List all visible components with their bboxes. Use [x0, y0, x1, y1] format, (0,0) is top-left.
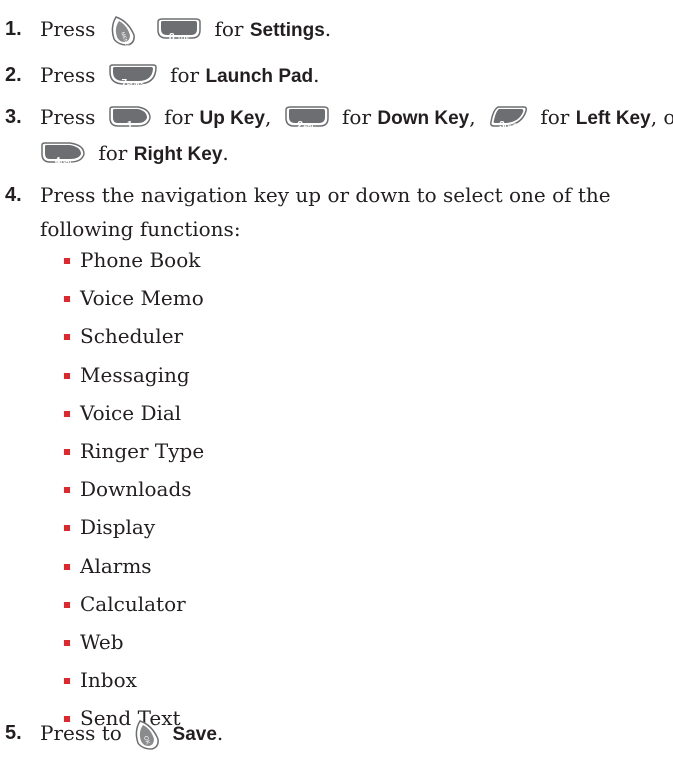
step-target: Down Key [377, 108, 470, 129]
list-item: Inbox [64, 666, 204, 704]
list-item: Downloads [64, 475, 204, 513]
key-label: 8 [168, 32, 175, 43]
step-punct: . [222, 141, 229, 165]
8-tuv-key-icon: 8 TUV [156, 18, 202, 43]
step-target: Save [172, 724, 217, 745]
bullet-icon [64, 678, 70, 685]
step-target: Launch Pad [205, 66, 314, 87]
bullet-icon [64, 372, 70, 379]
list-item-label: Calculator [80, 591, 186, 616]
step-text: Press [40, 63, 96, 87]
list-item-label: Messaging [80, 362, 190, 387]
step-body: 4GHI for Right Key. [40, 136, 229, 172]
bullet-icon [64, 296, 70, 303]
step-target: Right Key [133, 144, 223, 165]
list-item: Scheduler [64, 322, 204, 360]
list-item: Web [64, 628, 204, 666]
step-text: Press the navigation key up or down to s… [40, 183, 611, 241]
key-sublabel: PQRS [127, 82, 145, 88]
step-body: Press 1 for Up Key, 2ABC for Down Key, 3… [40, 100, 673, 136]
step-punct: . [216, 721, 224, 745]
step-text: for [540, 105, 570, 129]
step-number: 4. [5, 184, 22, 206]
step-text: for [170, 63, 200, 87]
bullet-icon [64, 448, 70, 455]
step-punct: , or [650, 105, 673, 129]
bullet-icon [64, 334, 70, 341]
2-abc-key-icon: 2ABC [284, 106, 330, 131]
step-body: Press MENU 8 TUV for Settings. [40, 12, 331, 48]
bullet-icon [64, 410, 70, 417]
list-item: Voice Dial [64, 399, 204, 437]
list-item-label: Scheduler [80, 324, 184, 349]
step-punct: . [324, 17, 332, 41]
step-text: Press to [40, 721, 122, 745]
list-item-label: Web [80, 629, 124, 654]
bullet-icon [64, 639, 70, 646]
step-text: Press [40, 17, 96, 41]
list-item-label: Downloads [80, 477, 192, 502]
key-sublabel: GHI [60, 160, 72, 166]
step-number: 3. [5, 106, 22, 128]
step-text: Press [40, 105, 96, 129]
7-pqrs-key-icon: 7PQRS [108, 64, 158, 89]
list-item: Phone Book [64, 246, 204, 284]
step-number: 2. [5, 64, 22, 86]
list-item: Messaging [64, 361, 204, 399]
list-item-label: Inbox [80, 668, 137, 693]
instruction-page: 1. Press MENU 8 TUV for Settings. 2. Pre… [0, 0, 673, 761]
bullet-icon [64, 601, 70, 608]
function-list: Phone Book Voice Memo Scheduler Messagin… [64, 246, 204, 742]
bullet-icon [64, 258, 70, 264]
step-body: Press to OK Save. [40, 716, 223, 752]
step-target: Settings [249, 20, 325, 41]
bullet-icon [64, 525, 70, 532]
step-target: Up Key [199, 108, 265, 129]
step-number: 1. [5, 18, 22, 40]
key-sublabel: ABC [302, 124, 316, 130]
list-item: Display [64, 513, 204, 551]
step-punct: , [264, 105, 272, 129]
list-item-label: Alarms [80, 553, 152, 578]
list-item: Alarms [64, 552, 204, 590]
bullet-icon [64, 487, 70, 494]
key-sublabel: DEF [504, 124, 517, 130]
list-item-label: Voice Memo [80, 286, 204, 311]
bullet-icon [64, 563, 70, 570]
list-item-label: Voice Dial [80, 400, 182, 425]
key-sublabel: TUV [177, 36, 190, 42]
ok-key-icon: OK [132, 719, 162, 750]
list-item: Voice Memo [64, 284, 204, 322]
4-ghi-key-icon: 4GHI [40, 142, 86, 167]
step-text: for [342, 105, 372, 129]
step-punct: , [469, 105, 476, 129]
step-number: 5. [5, 722, 22, 744]
menu-key-icon: MENU [108, 15, 138, 47]
list-item-label: Phone Book [80, 248, 201, 272]
step-body: Press 7PQRS for Launch Pad. [40, 58, 320, 94]
3-def-key-icon: 3DEF [488, 106, 528, 131]
list-item-label: Ringer Type [80, 438, 205, 463]
step-punct: . [313, 63, 320, 87]
step-target: Left Key [575, 108, 651, 129]
list-item: Calculator [64, 590, 204, 628]
step-text: for [164, 105, 194, 129]
step-text: for [214, 17, 244, 41]
list-item: Ringer Type [64, 437, 204, 475]
step-text: for [98, 141, 128, 165]
1-key-icon: 1 [108, 106, 152, 131]
list-item-label: Display [80, 515, 156, 540]
